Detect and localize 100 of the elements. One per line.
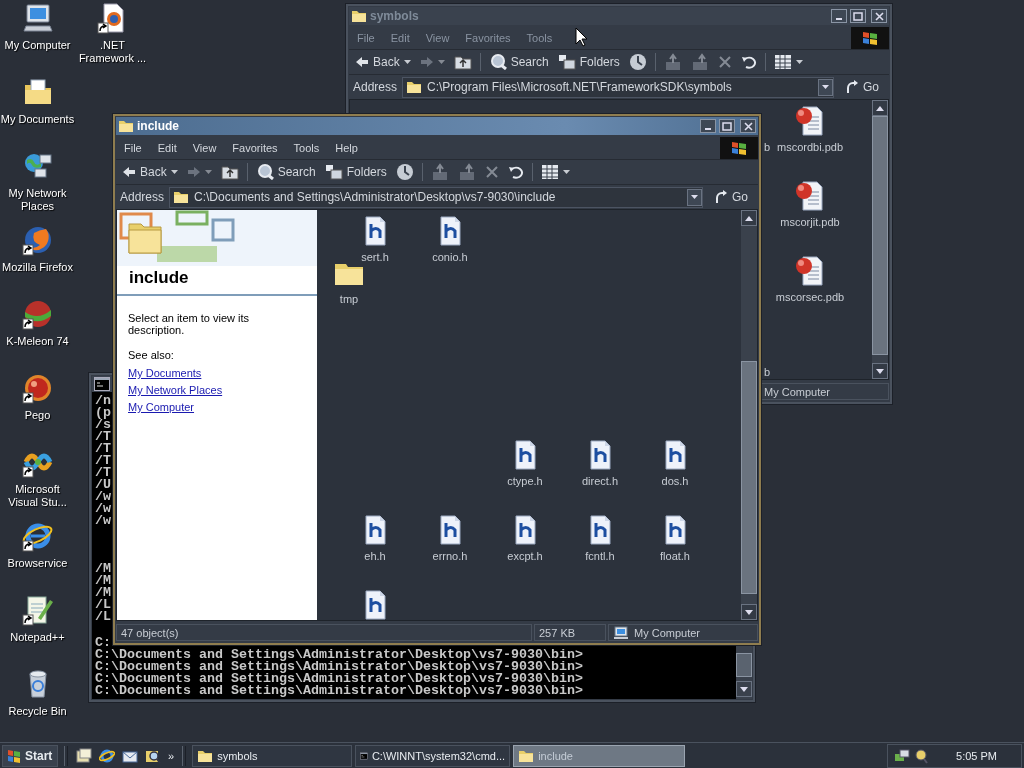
file-name[interactable]: float.h <box>660 550 690 563</box>
minimize-button[interactable] <box>831 9 847 23</box>
menu-item[interactable]: View <box>417 32 458 44</box>
menu-item[interactable]: Favorites <box>224 142 286 154</box>
computer-icon <box>613 625 629 640</box>
arrow-up-icon <box>745 215 753 221</box>
file-name[interactable]: direct.h <box>581 475 619 488</box>
close-button[interactable] <box>740 119 756 133</box>
minimize-button[interactable] <box>700 119 716 133</box>
console-line: /L <box>95 599 111 611</box>
menu-item[interactable]: View <box>184 142 225 154</box>
maximize-icon <box>722 121 732 131</box>
folder-icon <box>406 80 423 94</box>
desktop-icon-label[interactable]: .NET Framework ... <box>74 39 151 65</box>
menu-item[interactable]: Edit <box>149 142 185 154</box>
go-button[interactable]: Go <box>839 77 885 97</box>
console-line: /L <box>95 611 111 623</box>
desktop-icon-label[interactable]: Recycle Bin <box>8 705 67 718</box>
desktop-icon-label[interactable]: Microsoft Visual Stu... <box>0 483 76 509</box>
address-label: Address <box>353 80 398 94</box>
dropdown-button[interactable] <box>818 78 833 96</box>
file-name[interactable]: fcntl.h <box>585 550 615 563</box>
menu-item[interactable]: Tools <box>518 32 561 44</box>
undo-icon <box>507 165 524 179</box>
taskbar-button[interactable]: C:\WINNT\system32\cmd... <box>355 744 511 767</box>
menu-item[interactable]: File <box>349 32 383 44</box>
close-button[interactable] <box>871 9 887 23</box>
link[interactable]: My Documents <box>117 365 213 382</box>
desktop-icon-label[interactable]: Notepad++ <box>10 631 65 644</box>
file-name[interactable]: mscorjit.pdb <box>780 216 840 229</box>
arrow-curved-icon <box>845 80 859 94</box>
menu-item[interactable]: Tools <box>285 142 328 154</box>
menu-item[interactable]: Edit <box>382 32 418 44</box>
taskbar-button[interactable]: symbols <box>192 744 353 767</box>
folder-up-icon <box>220 164 239 180</box>
caret-icon <box>170 170 178 174</box>
caret-icon <box>822 85 829 89</box>
close-icon <box>484 165 499 179</box>
maximize-button[interactable] <box>719 119 735 133</box>
file-name[interactable]: ctype.h <box>507 475 543 488</box>
address-field[interactable]: C:\Documents and Settings\Administrator\Desktop\vs7-9030\include <box>169 186 703 208</box>
file-name[interactable]: b <box>764 141 771 154</box>
scrollbar[interactable] <box>741 210 757 620</box>
desktop-icon-label[interactable]: Pego <box>24 409 51 422</box>
desktop-icon-label[interactable]: My Network Places <box>0 187 76 213</box>
file-name[interactable]: mscordbi.pdb <box>776 141 843 154</box>
search-button[interactable]: Search <box>251 161 320 183</box>
description-text: Select an item to view its description. <box>127 311 251 336</box>
status-text: 257 KB <box>534 624 606 641</box>
desktop-icon-label[interactable]: Mozilla Firefox <box>2 261 73 274</box>
search-icon <box>488 54 507 70</box>
address-field[interactable]: C:\Program Files\Microsoft.NET\FrameworkSDK\symbols <box>402 76 834 98</box>
arrow-left-icon <box>355 56 369 68</box>
folder-up-icon <box>453 54 472 70</box>
search-icon <box>255 164 274 180</box>
maximize-icon <box>853 11 863 21</box>
caret-icon <box>691 195 698 199</box>
folders-button[interactable]: Folders <box>320 161 391 183</box>
file-name[interactable]: eh.h <box>364 550 386 563</box>
file-name[interactable]: tmp <box>339 293 359 306</box>
caret-icon <box>562 170 570 174</box>
console-line: /T <box>95 467 111 479</box>
console-line: /U <box>95 479 111 491</box>
file-name[interactable]: excpt.h <box>507 550 543 563</box>
desktop-icon-label[interactable]: My Computer <box>4 39 71 52</box>
scroll-thumb[interactable] <box>736 653 752 677</box>
desktop-icon-label[interactable]: My Documents <box>0 113 75 126</box>
clock[interactable]: 5:05 PM <box>956 749 997 762</box>
back-button[interactable]: Back <box>351 51 415 73</box>
database-file-icon <box>794 180 826 212</box>
search-button[interactable]: Search <box>484 51 553 73</box>
dropdown-button[interactable] <box>687 188 702 206</box>
search-icon <box>914 747 929 764</box>
flag-icon <box>7 748 21 763</box>
menu-item[interactable]: File <box>116 142 150 154</box>
start-button[interactable]: Start <box>2 744 58 767</box>
arrow-down-icon <box>740 686 748 692</box>
scrollbar[interactable] <box>872 100 888 379</box>
file-name[interactable]: conio.h <box>432 251 468 264</box>
folders-button[interactable]: Folders <box>553 51 624 73</box>
link[interactable]: My Computer <box>117 399 206 416</box>
database-file-icon <box>794 255 826 287</box>
file-name[interactable]: dos.h <box>661 475 689 488</box>
back-button[interactable]: Back <box>118 161 182 183</box>
link[interactable]: My Network Places <box>117 382 234 399</box>
file-name[interactable]: b <box>764 366 771 379</box>
go-button[interactable]: Go <box>708 187 754 207</box>
scrollbar[interactable] <box>736 653 752 699</box>
desktop-icon-label[interactable]: Browservice <box>7 557 68 570</box>
window-title: include <box>137 119 180 133</box>
desktop-icon-label[interactable]: K-Meleon 74 <box>6 335 69 348</box>
file-name[interactable]: sert.h <box>361 251 389 264</box>
menu-item[interactable]: Favorites <box>457 32 519 44</box>
more-button[interactable]: » <box>166 744 177 767</box>
maximize-button[interactable] <box>850 9 866 23</box>
console-line: /n <box>95 395 111 407</box>
file-name[interactable]: mscorsec.pdb <box>775 291 845 304</box>
file-name[interactable]: errno.h <box>432 550 468 563</box>
see-also-label: See also: <box>127 348 175 363</box>
menu-item[interactable]: Help <box>327 142 366 154</box>
